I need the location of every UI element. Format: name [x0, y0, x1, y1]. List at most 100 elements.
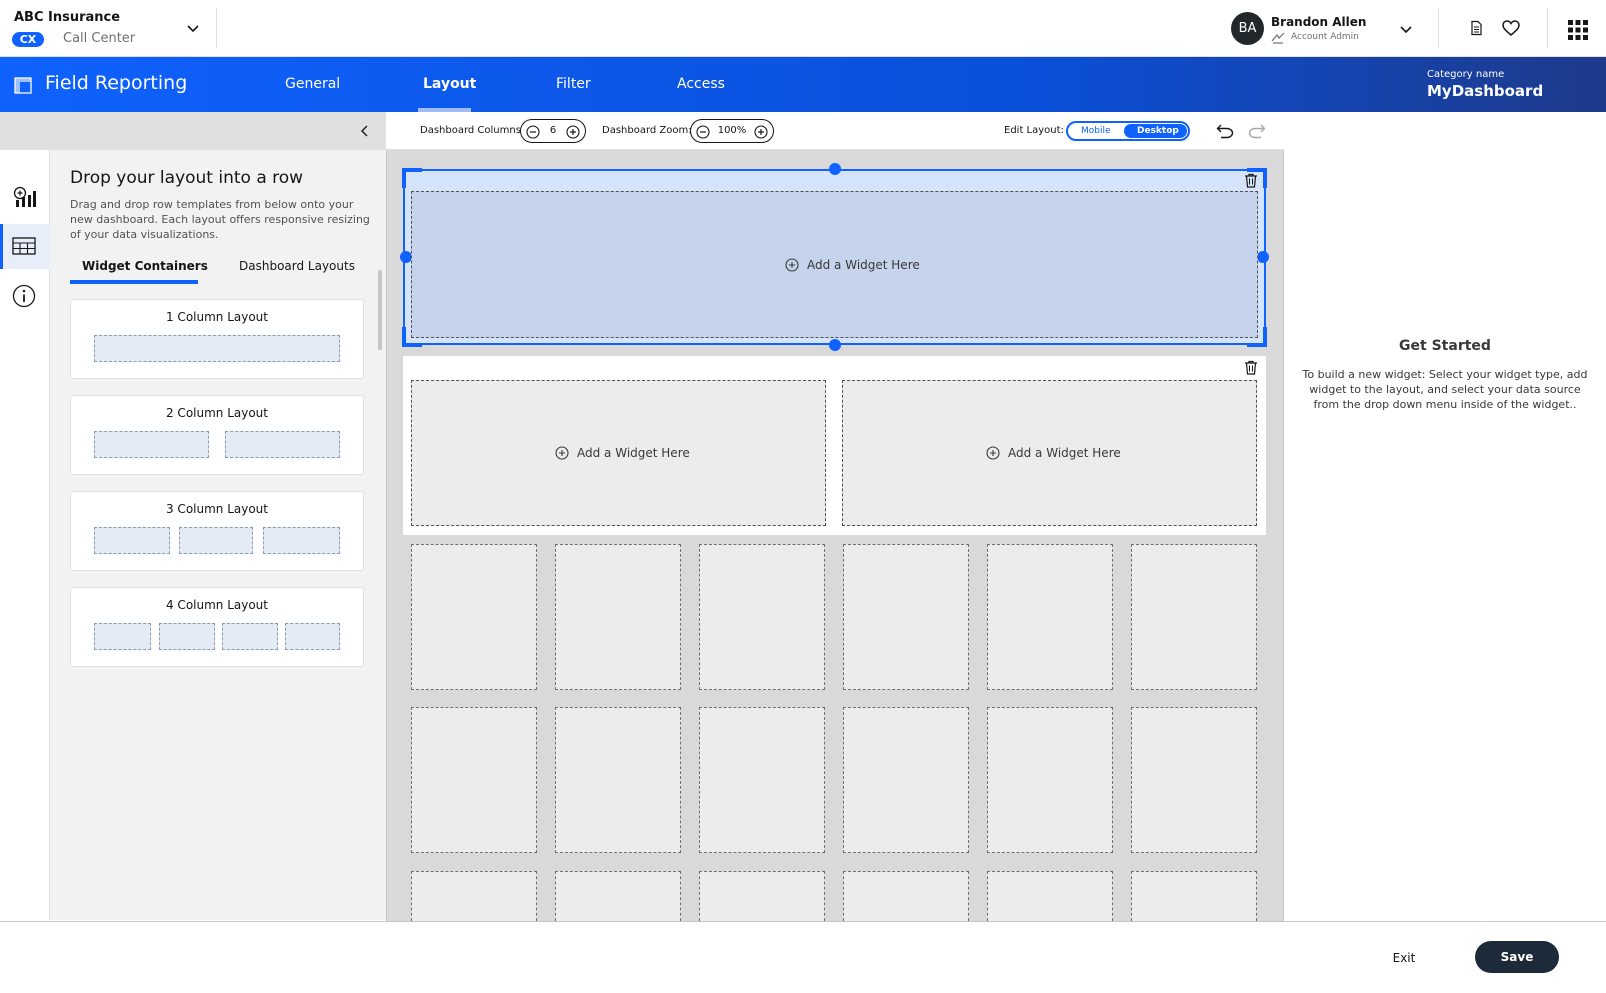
delete-row-trash-icon[interactable]	[1244, 360, 1258, 375]
top-bar: ABC Insurance CX Call Center BA Brandon …	[0, 0, 1606, 57]
layout-slot	[285, 623, 340, 650]
add-widget-label: Add a Widget Here	[807, 258, 920, 272]
grid-cell	[411, 544, 537, 690]
layout-slot	[179, 527, 253, 554]
tab-filter[interactable]: Filter	[556, 76, 591, 92]
add-chart-icon[interactable]	[13, 186, 37, 210]
info-icon[interactable]	[12, 284, 36, 308]
collapse-panel-chevron-left-icon[interactable]	[358, 124, 372, 138]
tab-dashboard-layouts[interactable]: Dashboard Layouts	[239, 259, 355, 273]
grid-cell	[987, 544, 1113, 690]
mobile-option[interactable]: Mobile	[1081, 126, 1111, 136]
decrease-icon[interactable]	[526, 125, 540, 139]
columns-stepper[interactable]: 6	[520, 119, 586, 143]
grid-cell	[843, 544, 969, 690]
edit-layout-label: Edit Layout:	[1004, 125, 1064, 136]
layout-slot	[159, 623, 215, 650]
get-started-text: To build a new widget: Select your widge…	[1302, 368, 1588, 411]
resize-handle-bottom[interactable]	[829, 339, 841, 351]
layout-slot	[94, 527, 170, 554]
document-icon[interactable]	[1468, 20, 1484, 36]
app-switcher-grid-icon[interactable]	[1567, 19, 1589, 41]
grid-cell	[411, 707, 537, 853]
layout-slot	[225, 431, 340, 458]
desktop-option[interactable]: Desktop	[1137, 126, 1179, 136]
zoom-in-icon[interactable]	[754, 125, 768, 139]
save-button[interactable]: Save	[1475, 941, 1559, 973]
grid-cell	[843, 707, 969, 853]
zoom-out-icon[interactable]	[696, 125, 710, 139]
layout-slot	[94, 623, 151, 650]
panel-title: Drop your layout into a row	[70, 168, 304, 188]
zoom-value: 100%	[717, 125, 747, 136]
add-widget-label: Add a Widget Here	[1008, 446, 1121, 460]
rail-active-indicator	[0, 224, 3, 269]
tab-general[interactable]: General	[285, 76, 340, 92]
resize-handle-right[interactable]	[1257, 251, 1269, 263]
undo-icon[interactable]	[1216, 123, 1234, 139]
divider	[1438, 8, 1439, 48]
add-widget-button[interactable]: Add a Widget Here	[555, 446, 690, 460]
grid-cell	[1131, 871, 1257, 921]
add-widget-button[interactable]: Add a Widget Here	[785, 258, 920, 272]
layout-card-2-column[interactable]: 2 Column Layout	[70, 395, 364, 475]
org-badge: CX	[12, 32, 44, 47]
layout-slot	[94, 335, 340, 362]
report-header: Field Reporting General Layout Filter Ac…	[0, 57, 1606, 112]
get-started-title: Get Started	[1399, 338, 1491, 354]
tab-access[interactable]: Access	[677, 76, 725, 92]
grid-cell	[987, 871, 1113, 921]
zoom-stepper[interactable]: 100%	[690, 119, 774, 143]
panel-description: Drag and drop row templates from below o…	[70, 198, 370, 241]
layout-slot	[222, 623, 278, 650]
zoom-label: Dashboard Zoom:	[602, 125, 692, 136]
active-tab-indicator	[70, 280, 198, 284]
add-widget-label: Add a Widget Here	[577, 446, 690, 460]
delete-row-trash-icon[interactable]	[1244, 173, 1258, 188]
add-circle-icon	[986, 446, 1000, 460]
tab-layout[interactable]: Layout	[423, 76, 476, 92]
resize-handle-top[interactable]	[829, 163, 841, 175]
get-started-panel	[1284, 112, 1606, 922]
add-circle-icon	[555, 446, 569, 460]
columns-label: Dashboard Columns:	[420, 125, 525, 136]
grid-cell	[555, 544, 681, 690]
grid-cell	[699, 544, 825, 690]
dashboard-report-icon	[14, 77, 32, 94]
category-label: Category name	[1427, 69, 1505, 80]
exit-button[interactable]: Exit	[1378, 943, 1430, 973]
add-widget-button[interactable]: Add a Widget Here	[986, 446, 1121, 460]
grid-cell	[843, 871, 969, 921]
resize-corner-handle[interactable]	[402, 168, 424, 190]
layout-card-title: 1 Column Layout	[165, 310, 268, 324]
grid-cell	[555, 871, 681, 921]
tab-widget-containers[interactable]: Widget Containers	[82, 259, 208, 273]
table-layout-icon[interactable]	[12, 237, 36, 255]
layout-card-title: 2 Column Layout	[165, 406, 268, 420]
favorite-heart-icon[interactable]	[1502, 20, 1520, 37]
page-title: Field Reporting	[45, 72, 188, 94]
layout-slot	[263, 527, 340, 554]
columns-value: 6	[549, 125, 557, 136]
grid-cell	[411, 871, 537, 921]
category-value: MyDashboard	[1427, 82, 1544, 100]
grid-cell	[987, 707, 1113, 853]
redo-icon[interactable]	[1248, 123, 1266, 139]
grid-cell	[699, 871, 825, 921]
user-menu-chevron-down-icon[interactable]	[1399, 22, 1413, 36]
layout-card-1-column[interactable]: 1 Column Layout	[70, 299, 364, 379]
admin-role-icon	[1271, 32, 1285, 44]
layout-card-title: 3 Column Layout	[165, 502, 268, 516]
increase-icon[interactable]	[566, 125, 580, 139]
org-switcher-chevron-down-icon[interactable]	[186, 21, 200, 35]
grid-cell	[1131, 544, 1257, 690]
grid-cell	[699, 707, 825, 853]
panel-header	[0, 112, 386, 150]
grid-cell	[1131, 707, 1257, 853]
panel-scrollbar[interactable]	[378, 270, 382, 350]
layout-card-4-column[interactable]: 4 Column Layout	[70, 587, 364, 667]
avatar[interactable]: BA	[1231, 12, 1264, 45]
org-subtitle: Call Center	[63, 31, 136, 46]
layout-card-3-column[interactable]: 3 Column Layout	[70, 491, 364, 571]
divider	[1547, 8, 1548, 48]
